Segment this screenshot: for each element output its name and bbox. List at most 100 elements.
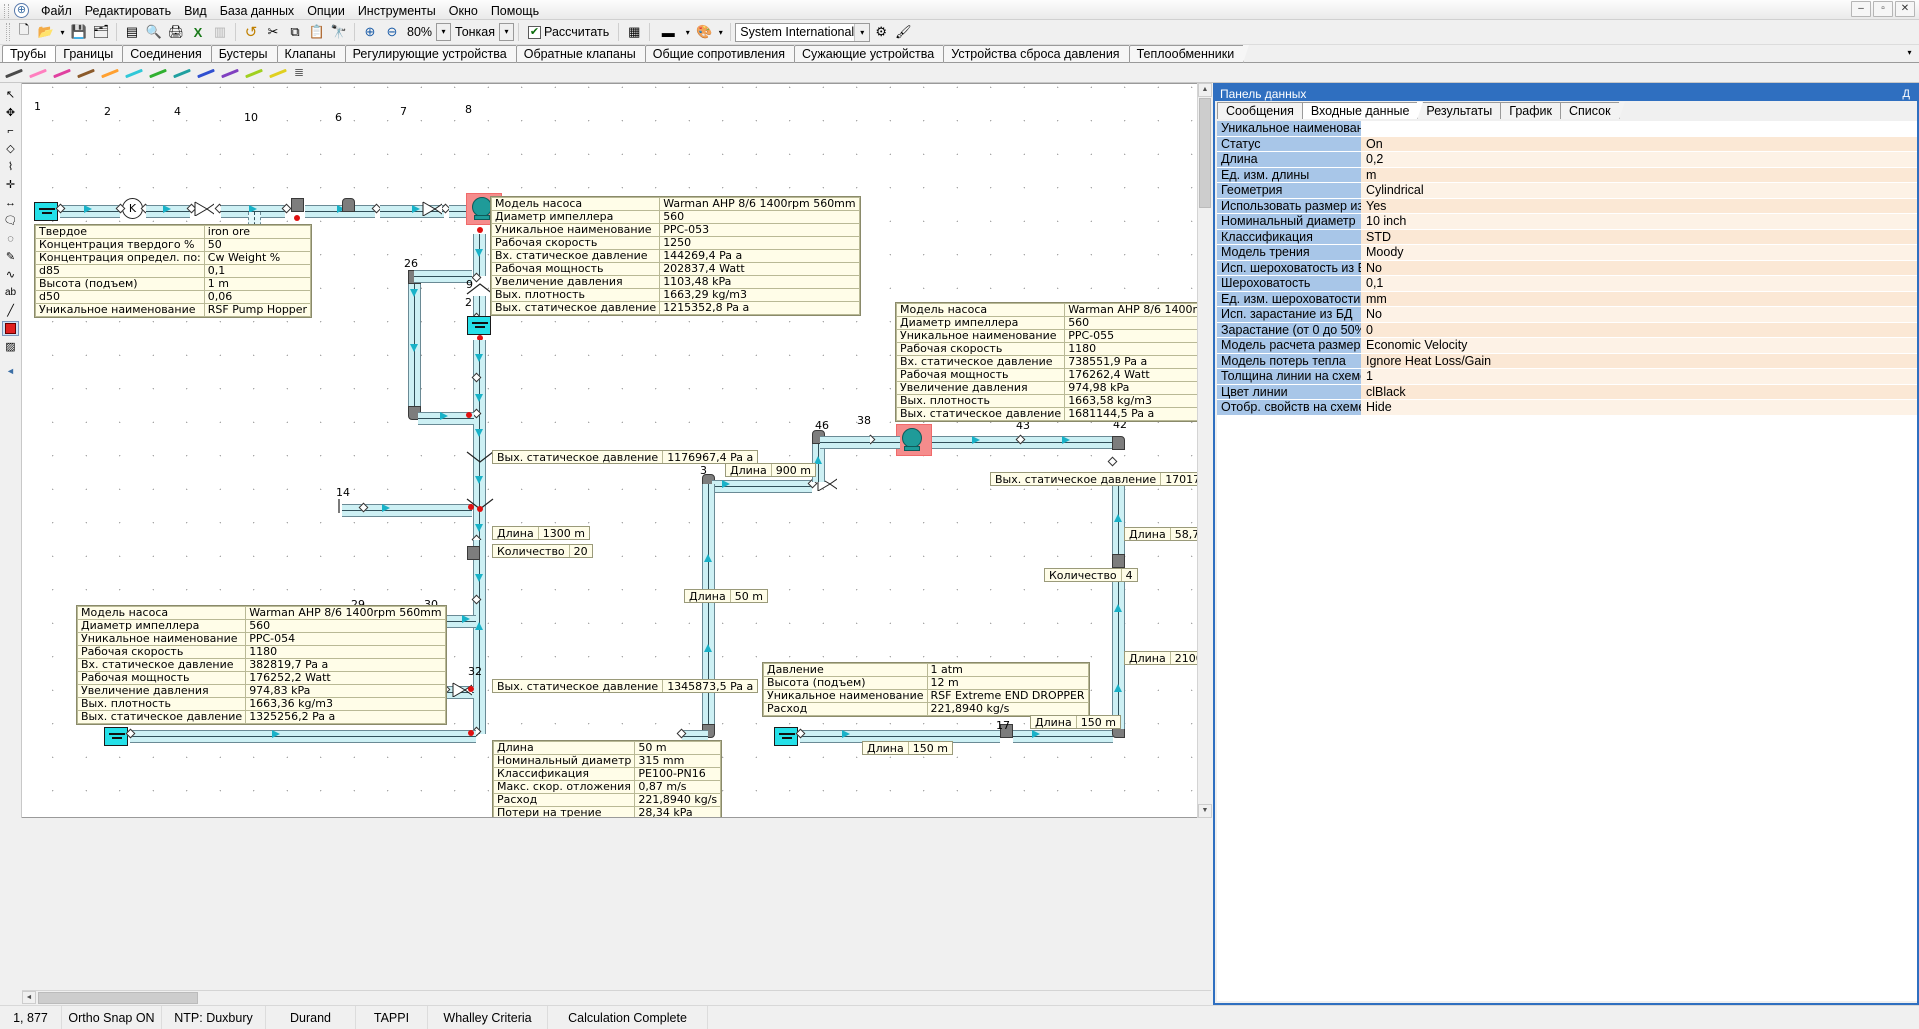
color-picker-icon[interactable]: 🎨 — [693, 22, 715, 43]
pin-icon[interactable]: Д — [1903, 88, 1913, 100]
undo-icon[interactable]: ↺ — [240, 22, 262, 43]
tab-list[interactable]: Список — [1559, 102, 1625, 120]
property-value[interactable]: Economic Velocity — [1361, 338, 1917, 354]
pump-ppc-053-properties[interactable]: Модель насоса Warman AHP 8/6 1400rpm 560… — [490, 196, 861, 316]
move-tool-icon[interactable]: ✛ — [2, 177, 19, 192]
discharge-tank-mid[interactable] — [774, 727, 798, 746]
line-width-dropdown-arrow[interactable]: ▾ — [499, 23, 515, 41]
pipe-segment[interactable] — [902, 436, 1112, 449]
pipe-draw-tool-icon[interactable]: ⌐ — [2, 123, 19, 138]
pipe-segment[interactable] — [820, 436, 870, 449]
junction-node[interactable] — [1107, 456, 1118, 467]
minimize-button[interactable]: – — [1851, 1, 1871, 17]
zoom-in-icon[interactable]: ⊕ — [359, 22, 381, 43]
pipe-style-green-icon[interactable] — [148, 66, 168, 80]
save-file-icon[interactable]: 💾 — [68, 22, 90, 43]
tab-pipes[interactable]: Трубы — [2, 45, 62, 63]
property-value[interactable]: 0,2 — [1361, 152, 1917, 168]
pipe-style-teal-icon[interactable] — [172, 66, 192, 80]
pump-ppc-055-properties[interactable]: Модель насоса Warman AHP 8/6 1400rpm 560… — [895, 302, 1210, 422]
tab-heat-exchangers[interactable]: Теплообменники — [1128, 45, 1249, 63]
units-brush-icon[interactable]: 🖌 — [892, 22, 914, 43]
horizontal-scroll-thumb[interactable] — [38, 992, 198, 1004]
property-value[interactable]: No — [1361, 307, 1917, 323]
balloon-tool-icon[interactable]: ◌ — [2, 231, 19, 246]
maximize-button[interactable]: ▫ — [1873, 1, 1893, 17]
tab-input-data[interactable]: Входные данные — [1301, 102, 1423, 120]
print-preview-icon[interactable]: 🔍 — [143, 22, 165, 43]
pipe-style-brown-icon[interactable] — [76, 66, 96, 80]
units-system-select[interactable]: System International ▾ — [735, 22, 871, 42]
length-callout-150-a[interactable]: Длина 150 m — [1030, 715, 1121, 729]
property-row[interactable]: Номинальный диаметр 10 inch — [1217, 214, 1917, 230]
property-value[interactable]: No — [1361, 260, 1917, 276]
property-grid[interactable]: Уникальное наименование Статус On Длина … — [1217, 121, 1917, 1001]
pipe-style-purple-icon[interactable] — [220, 66, 240, 80]
menu-drag-grip[interactable] — [4, 3, 9, 18]
property-row[interactable]: Классификация STD — [1217, 229, 1917, 245]
status-tappi[interactable]: TAPPI — [356, 1005, 428, 1029]
property-row[interactable]: Модель трения Moody — [1217, 245, 1917, 261]
length-callout-50-vert[interactable]: Длина 50 m — [684, 589, 768, 603]
property-value[interactable]: mm — [1361, 291, 1917, 307]
property-row[interactable]: Исп. шероховатость из БД No — [1217, 260, 1917, 276]
property-row[interactable]: Геометрия Cylindrical — [1217, 183, 1917, 199]
tab-boundaries[interactable]: Границы — [55, 45, 129, 63]
property-value[interactable]: 0,1 — [1361, 276, 1917, 292]
pipe-segment[interactable] — [702, 484, 715, 734]
tab-results[interactable]: Результаты — [1417, 102, 1507, 120]
count-callout-20[interactable]: Количество 20 — [492, 544, 593, 558]
property-value[interactable] — [1361, 121, 1917, 137]
select-tool-icon[interactable]: ↖ — [2, 87, 19, 102]
pencil-icon[interactable] — [4, 66, 24, 80]
outlet-pressure-callout-3[interactable]: Вых. статическое давление 1701756,3 Pa a — [990, 472, 1210, 486]
units-settings-icon[interactable]: ⚙ — [870, 22, 892, 43]
rect-tool-icon[interactable] — [2, 321, 19, 336]
tab-graph[interactable]: График — [1500, 102, 1566, 120]
tab-connections[interactable]: Соединения — [122, 45, 218, 63]
pipe-style-pink-icon[interactable] — [28, 66, 48, 80]
source-tank[interactable] — [34, 202, 58, 221]
scroll-left-button[interactable]: ◄ — [22, 991, 36, 1004]
boundary-icon[interactable] — [338, 498, 348, 514]
pipe-segment[interactable] — [1013, 730, 1113, 743]
end-dropper-properties[interactable]: Давление 1 atm Высота (подъем) 12 m Уник… — [762, 662, 1090, 717]
property-row[interactable]: Статус On — [1217, 136, 1917, 152]
pipe-segment-properties[interactable]: Длина 50 m Номинальный диаметр 315 mm Кл… — [492, 740, 723, 817]
property-row[interactable]: Ед. изм. длины m — [1217, 167, 1917, 183]
pump-ppc-054-properties[interactable]: Модель насоса Warman AHP 8/6 1400rpm 560… — [76, 605, 447, 725]
tab-check-valves[interactable]: Обратные клапаны — [515, 45, 651, 63]
property-row[interactable]: Уникальное наименование — [1217, 121, 1917, 137]
dimension-tool-icon[interactable]: ↔ — [2, 195, 19, 210]
property-value[interactable]: Hide — [1361, 400, 1917, 416]
elbow-device[interactable] — [342, 198, 355, 212]
property-value[interactable]: Cylindrical — [1361, 183, 1917, 199]
property-value[interactable]: On — [1361, 136, 1917, 152]
annotate-tool-icon[interactable]: 🗨 — [2, 213, 19, 228]
menu-view[interactable]: Вид — [178, 2, 213, 20]
menu-window[interactable]: Окно — [443, 2, 484, 20]
general-resistance-icon[interactable] — [422, 201, 442, 216]
tab-boosters[interactable]: Бустеры — [210, 45, 283, 63]
open-dropdown-icon[interactable]: ▾ — [57, 22, 68, 43]
property-value[interactable]: 0 — [1361, 322, 1917, 338]
status-whalley-criteria[interactable]: Whalley Criteria — [428, 1005, 548, 1029]
check-valve-icon[interactable] — [466, 450, 494, 464]
property-value[interactable]: 10 inch — [1361, 214, 1917, 230]
length-callout-900[interactable]: Длина 900 m — [725, 463, 816, 477]
pipe-style-yellow-icon[interactable] — [268, 66, 288, 80]
status-durand[interactable]: Durand — [266, 1005, 356, 1029]
count-callout-4[interactable]: Количество 4 — [1044, 568, 1138, 582]
text-tool-icon[interactable]: ab — [2, 285, 19, 300]
feed-slurry-properties[interactable]: Твердое iron ore Концентрация твердого %… — [34, 224, 313, 318]
schematic-canvas-viewport[interactable]: K 1 2 4 10 6 7 8 26 9 2 14 32 3 46 38 43… — [22, 83, 1211, 818]
find-icon[interactable]: 🔭 — [328, 22, 350, 43]
elbow-device[interactable] — [1112, 436, 1125, 450]
hopper-tank[interactable] — [467, 316, 491, 335]
collapse-rail-icon[interactable]: ◄ — [2, 363, 19, 378]
flow-meter[interactable] — [467, 546, 480, 560]
outlet-pressure-callout-2[interactable]: Вых. статическое давление 1345873,5 Pa a — [492, 679, 759, 693]
menu-edit[interactable]: Редактировать — [79, 2, 177, 20]
pipe-style-magenta-icon[interactable] — [52, 66, 72, 80]
tab-restrictors[interactable]: Сужающие устройства — [794, 45, 950, 63]
